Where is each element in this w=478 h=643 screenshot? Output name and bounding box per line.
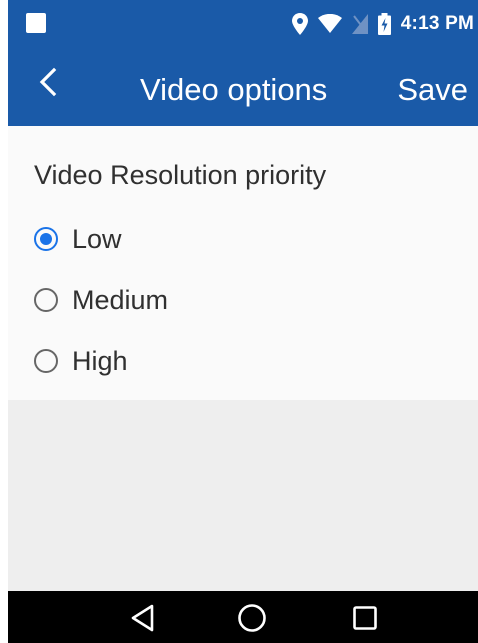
navigation-bar (8, 591, 478, 643)
nav-recents-button[interactable] (345, 601, 385, 635)
settings-panel: Video Resolution priority Low Medium Hig… (8, 126, 478, 400)
status-bar: 4:13 PM (8, 0, 478, 50)
no-sim-icon (351, 14, 368, 34)
notification-square-icon (26, 13, 46, 33)
option-medium[interactable]: Medium (34, 280, 168, 320)
nav-home-button[interactable] (232, 601, 272, 635)
screen: 4:13 PM Video options Save Video Resolut… (8, 0, 478, 643)
chevron-left-icon (39, 67, 57, 97)
back-triangle-icon (131, 604, 154, 632)
option-low[interactable]: Low (34, 219, 122, 259)
battery-charging-icon (377, 13, 391, 35)
nav-back-button[interactable] (123, 601, 163, 635)
option-label-low: Low (72, 223, 122, 254)
radio-high[interactable] (34, 349, 58, 373)
section-title: Video Resolution priority (34, 160, 327, 190)
page-title: Video options (140, 72, 328, 107)
wifi-icon (317, 14, 342, 34)
option-label-high: High (72, 345, 128, 376)
status-time: 4:13 PM (400, 13, 474, 34)
radio-medium[interactable] (34, 288, 58, 312)
location-icon (291, 13, 308, 35)
save-button[interactable]: Save (397, 72, 468, 108)
status-icons: 4:13 PM (291, 12, 474, 36)
recents-square-icon (353, 606, 377, 630)
option-high[interactable]: High (34, 341, 128, 381)
toolbar: Video options Save (8, 50, 478, 126)
back-button[interactable] (26, 60, 70, 104)
option-label-medium: Medium (72, 284, 169, 315)
radio-low[interactable] (34, 227, 58, 251)
home-circle-icon (238, 604, 266, 632)
